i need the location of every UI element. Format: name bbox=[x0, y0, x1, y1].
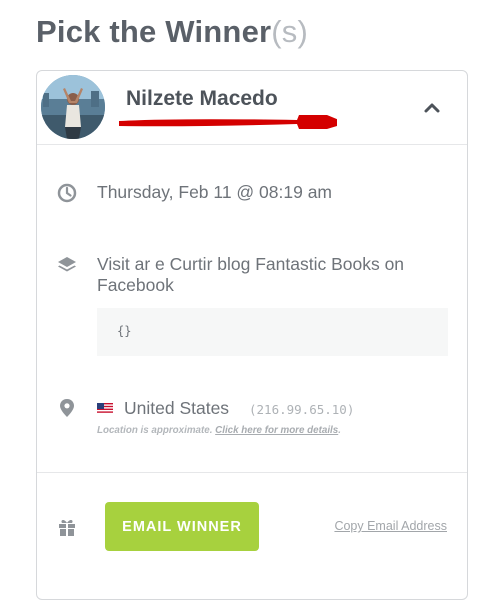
entry-action-text: Visit ar e Curtir blog Fantastic Books o… bbox=[97, 254, 405, 295]
location-note: Location is approximate. Click here for … bbox=[97, 425, 341, 436]
entry-data-box: {} bbox=[97, 308, 448, 356]
location-country: United States bbox=[124, 398, 230, 418]
copy-email-link[interactable]: Copy Email Address bbox=[334, 519, 447, 533]
layers-icon bbox=[58, 257, 76, 272]
page-title: Pick the Winner(s) bbox=[36, 14, 308, 50]
winner-name: Nilzete Macedo bbox=[126, 87, 278, 110]
location-details-link[interactable]: Click here for more details bbox=[215, 425, 338, 436]
page-title-main: Pick the Winner bbox=[36, 14, 272, 49]
map-pin-icon bbox=[60, 399, 74, 417]
gift-icon bbox=[59, 519, 75, 536]
us-flag-icon bbox=[97, 403, 113, 414]
location-note-end: . bbox=[338, 425, 341, 436]
section-divider bbox=[37, 472, 467, 473]
entry-datetime: Thursday, Feb 11 @ 08:19 am bbox=[97, 182, 333, 202]
page-title-suffix: (s) bbox=[271, 14, 309, 49]
winner-card: Nilzete Macedo Thursday, Feb 11 @ 08:19 … bbox=[36, 70, 468, 600]
collapse-button[interactable] bbox=[419, 95, 445, 119]
winner-card-header[interactable]: Nilzete Macedo bbox=[37, 71, 467, 145]
chevron-up-icon bbox=[424, 103, 440, 113]
location-note-text: Location is approximate. bbox=[97, 425, 213, 436]
clock-icon bbox=[57, 183, 77, 203]
email-winner-button[interactable]: EMAIL WINNER bbox=[105, 502, 259, 551]
redaction-mark bbox=[119, 115, 337, 129]
location-ip: (216.99.65.10) bbox=[249, 402, 355, 417]
avatar bbox=[41, 75, 105, 139]
